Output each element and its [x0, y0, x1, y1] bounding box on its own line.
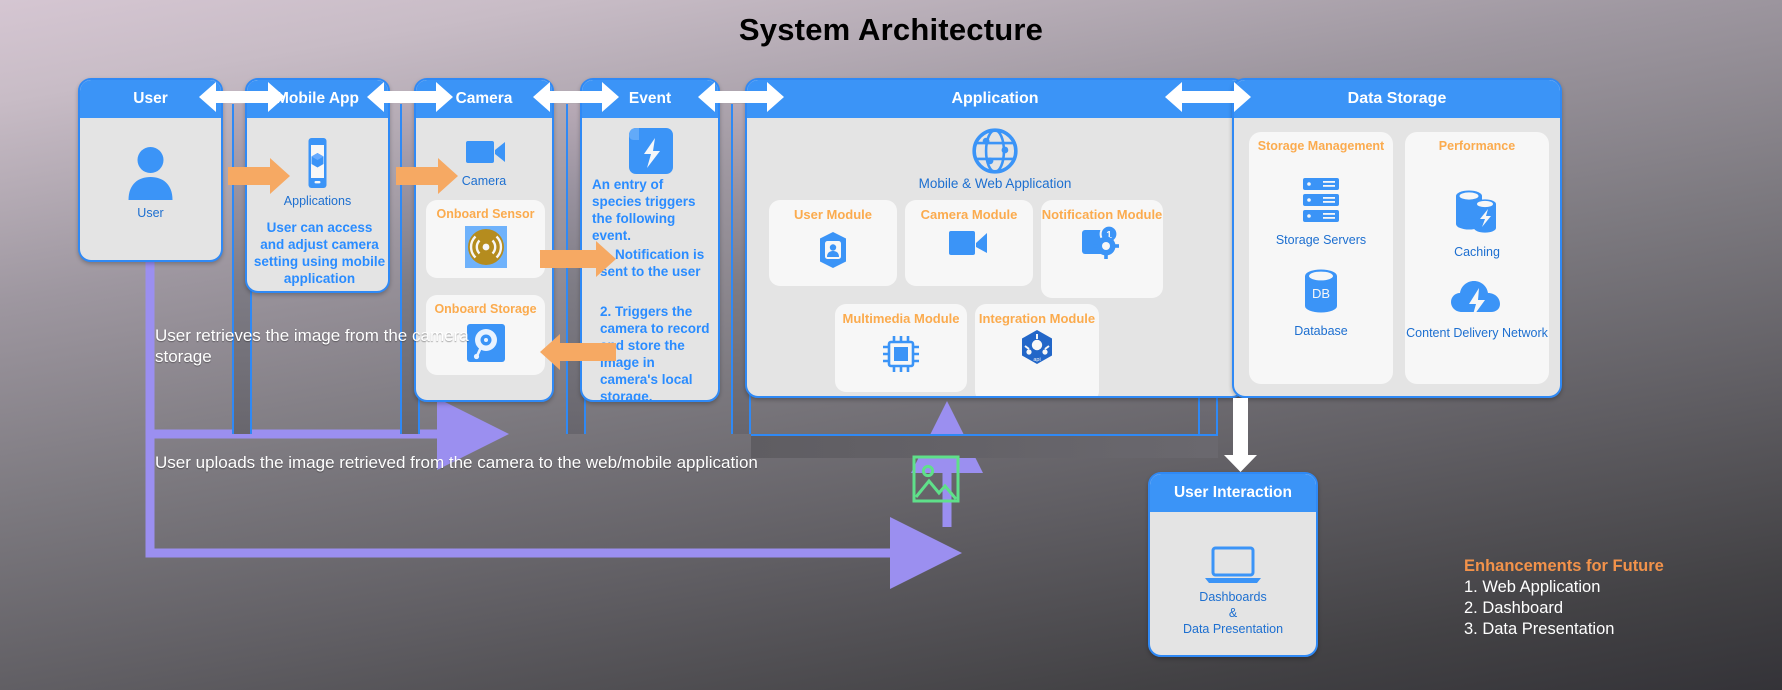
database-label: Database	[1294, 324, 1348, 338]
panel-user-interaction[interactable]: User Interaction Dashboards & Data Prese…	[1148, 472, 1318, 657]
module-user-title: User Module	[793, 207, 872, 222]
enhancements-item-3: 3. Data Presentation	[1464, 620, 1615, 638]
module-camera-title: Camera Module	[920, 207, 1018, 222]
panel-data-storage[interactable]: Data Storage Storage Management Storage …	[1232, 78, 1562, 398]
mobile-app-note: User can access and adjust camera settin…	[253, 220, 386, 286]
card-onboard-sensor[interactable]: Onboard Sensor	[426, 200, 545, 278]
user-avatar-icon	[80, 144, 221, 205]
enhancements-heading: Enhancements for Future	[1464, 557, 1664, 575]
user-interaction-label-3: Data Presentation	[1182, 622, 1284, 636]
enhancements-item-2: 2. Dashboard	[1464, 599, 1564, 617]
panel-user-interaction-header: User Interaction	[1150, 474, 1316, 512]
module-notification-title: Notification Module	[1041, 207, 1163, 222]
cdn-label: Content Delivery Network	[1406, 326, 1548, 340]
panel-application-header: Application	[747, 80, 1243, 118]
smartphone-app-icon	[247, 136, 388, 197]
group-storage-management[interactable]: Storage Management Storage Servers DB Da…	[1249, 132, 1393, 384]
onboard-storage-title: Onboard Storage	[434, 302, 537, 316]
cache-cylinders-icon	[1405, 186, 1549, 243]
user-interaction-label-2: &	[1228, 606, 1238, 620]
event-step-2: 2. Triggers the camera to record and sto…	[600, 304, 710, 402]
module-multimedia-title: Multimedia Module	[842, 311, 960, 326]
panel-mobile-app-header: Mobile App	[247, 80, 388, 118]
integration-badge-api: api	[1033, 357, 1040, 363]
performance-title: Performance	[1438, 139, 1516, 153]
arrow-application-to-user-interaction	[1224, 398, 1257, 472]
flow-note-upload: User uploads the image retrieved from th…	[155, 453, 758, 472]
onboard-sensor-title: Onboard Sensor	[436, 207, 535, 221]
storage-servers-label: Storage Servers	[1275, 233, 1367, 247]
panel-user-header: User	[80, 80, 221, 118]
page-title: System Architecture	[738, 12, 1044, 47]
notification-gear-icon: 1	[1041, 224, 1163, 273]
user-icon-label: User	[137, 206, 164, 220]
diagram-canvas: System Architecture User User Mobile App…	[0, 0, 1782, 690]
server-stack-icon	[1249, 174, 1393, 231]
panel-application[interactable]: Application Mobile & Web Application Use…	[745, 78, 1245, 398]
database-badge: DB	[1312, 286, 1330, 301]
user-badge-icon	[769, 230, 897, 275]
enhancements-block: Enhancements for Future 1. Web Applicati…	[1464, 556, 1764, 640]
event-intro-text: An entry of species triggers the followi…	[592, 177, 696, 243]
module-integration[interactable]: Integration Module api	[975, 304, 1099, 396]
module-integration-title: Integration Module	[978, 311, 1096, 326]
laptop-dashboard-icon	[1150, 544, 1316, 591]
module-user[interactable]: User Module	[769, 200, 897, 286]
module-multimedia[interactable]: Multimedia Module	[835, 304, 967, 392]
cloud-lightning-icon	[1405, 278, 1549, 325]
api-hexagon-icon: api	[975, 328, 1099, 379]
panel-event-header: Event	[582, 80, 718, 118]
sensor-signal-icon	[426, 226, 545, 273]
panel-data-storage-header: Data Storage	[1234, 80, 1560, 118]
group-performance[interactable]: Performance Caching Content Delivery Net…	[1405, 132, 1549, 384]
enhancements-item-1: 1. Web Application	[1464, 578, 1601, 596]
caching-label: Caching	[1454, 245, 1500, 259]
module-notification[interactable]: Notification Module 1	[1041, 200, 1163, 298]
picture-image-icon[interactable]	[912, 455, 960, 508]
video-camera-icon	[416, 134, 552, 179]
panel-mobile-app[interactable]: Mobile App Applications User can access …	[245, 78, 390, 293]
database-cylinder-icon: DB	[1249, 266, 1393, 323]
application-icon-label: Mobile & Web Application	[918, 176, 1072, 191]
storage-management-title: Storage Management	[1257, 139, 1385, 153]
user-interaction-label-1: Dashboards	[1199, 590, 1267, 604]
event-step-1: 1. Notification is sent to the user	[600, 247, 705, 279]
module-camera[interactable]: Camera Module	[905, 200, 1033, 286]
lightning-document-icon	[582, 124, 718, 183]
camera-icon-label: Camera	[461, 174, 507, 188]
flow-note-retrieve: User retrieves the image from the camera…	[155, 326, 469, 366]
video-camera-icon	[905, 226, 1033, 265]
panel-user[interactable]: User User	[78, 78, 223, 262]
panel-camera-header: Camera	[416, 80, 552, 118]
globe-network-icon	[747, 126, 1243, 181]
mobile-app-icon-label: Applications	[283, 194, 352, 208]
chip-processor-icon	[835, 332, 967, 381]
panel-event[interactable]: Event An entry of species triggers the f…	[580, 78, 720, 402]
